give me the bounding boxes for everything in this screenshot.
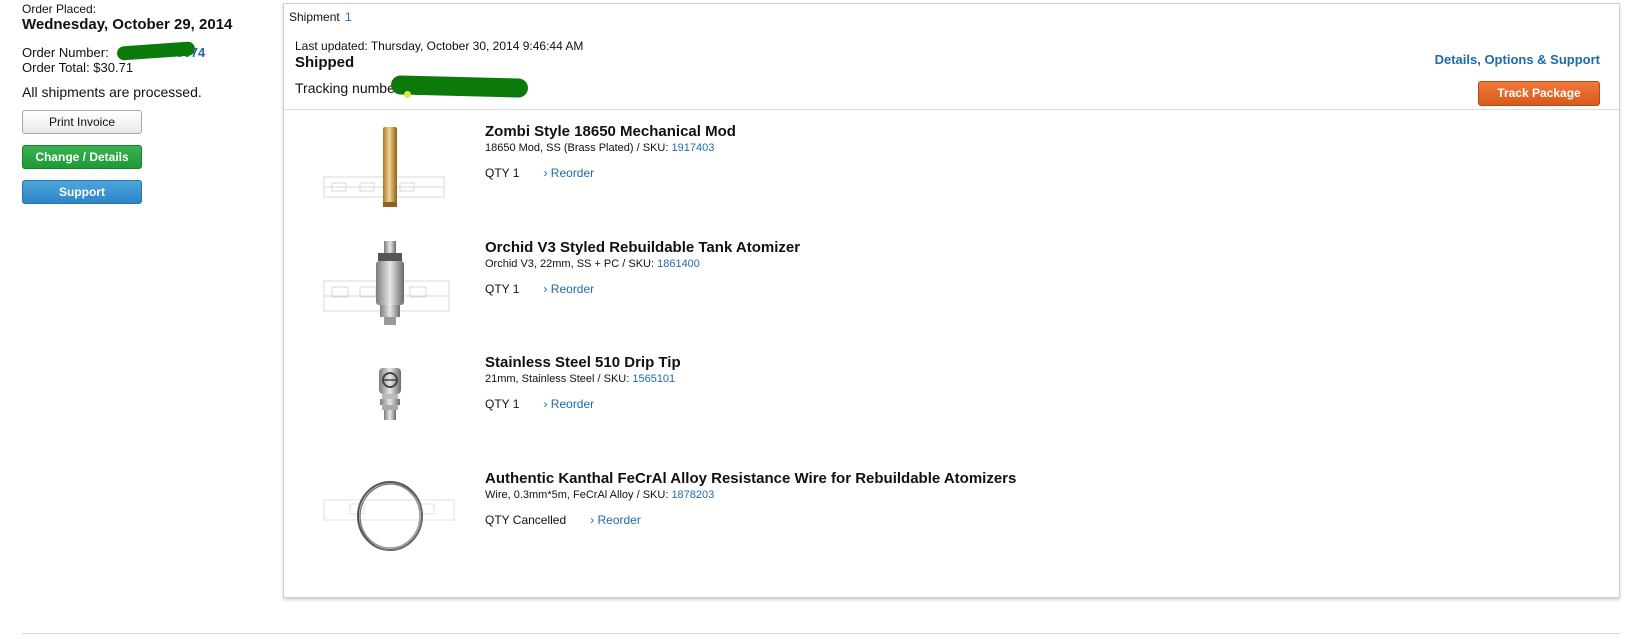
item-qty: QTY Cancelled: [485, 513, 567, 527]
item-details: Zombi Style 18650 Mechanical Mod 18650 M…: [485, 123, 736, 180]
tracking-number-label: Tracking number:: [295, 80, 404, 96]
item-qty: QTY 1: [485, 166, 520, 180]
item-subtitle: 21mm, Stainless Steel / SKU: 1565101: [485, 372, 681, 386]
order-placed-label: Order Placed:: [22, 2, 97, 16]
shipment-number: 1: [345, 10, 352, 24]
item-sku[interactable]: 1878203: [671, 489, 714, 501]
item-qty-row: QTY 1 › Reorder: [485, 282, 800, 296]
order-summary: Order Placed: Wednesday, October 29, 201…: [22, 3, 262, 204]
item-title[interactable]: Orchid V3 Styled Rebuildable Tank Atomiz…: [485, 239, 800, 257]
tracking-number-redaction: [390, 75, 529, 98]
item-sku[interactable]: 1861400: [657, 258, 700, 270]
item-sku[interactable]: 1917403: [671, 142, 714, 154]
order-item: Stainless Steel 510 Drip Tip 21mm, Stain…: [284, 348, 1584, 458]
shipments-status-note: All shipments are processed.: [22, 84, 202, 100]
item-variant: Wire, 0.3mm*5m, FeCrAl Alloy / SKU:: [485, 489, 672, 501]
item-qty: QTY 1: [485, 282, 520, 296]
item-qty-row: QTY 1 › Reorder: [485, 397, 681, 411]
reorder-link[interactable]: › Reorder: [543, 397, 594, 411]
order-number-label: Order Number:: [22, 45, 109, 60]
last-updated: Last updated: Thursday, October 30, 2014…: [295, 39, 584, 53]
panel-divider: [284, 109, 1619, 110]
reorder-link[interactable]: › Reorder: [543, 282, 594, 296]
support-button[interactable]: Support: [22, 180, 142, 204]
reorder-link[interactable]: › Reorder: [543, 166, 594, 180]
item-qty: QTY 1: [485, 397, 520, 411]
shipment-title-label: Shipment: [289, 10, 340, 24]
tracking-number: Tracking number:: [295, 80, 403, 96]
change-details-button[interactable]: Change / Details: [22, 145, 142, 169]
wire-coil-icon[interactable]: [320, 464, 460, 569]
item-title[interactable]: Authentic Kanthal FeCrAl Alloy Resistanc…: [485, 470, 1016, 488]
item-subtitle: 18650 Mod, SS (Brass Plated) / SKU: 1917…: [485, 141, 736, 155]
drip-tip-icon[interactable]: [320, 348, 460, 453]
tracking-number-redaction-dot: [404, 91, 411, 98]
item-subtitle: Orchid V3, 22mm, SS + PC / SKU: 1861400: [485, 257, 800, 271]
item-title[interactable]: Zombi Style 18650 Mechanical Mod: [485, 123, 736, 141]
item-title[interactable]: Stainless Steel 510 Drip Tip: [485, 354, 681, 372]
order-item: Zombi Style 18650 Mechanical Mod 18650 M…: [284, 117, 1584, 227]
bottom-divider: [22, 633, 1620, 634]
item-details: Orchid V3 Styled Rebuildable Tank Atomiz…: [485, 239, 800, 296]
mod-tube-icon[interactable]: [320, 117, 460, 222]
item-details: Stainless Steel 510 Drip Tip 21mm, Stain…: [485, 354, 681, 411]
reorder-link[interactable]: › Reorder: [590, 513, 641, 527]
order-item: Authentic Kanthal FeCrAl Alloy Resistanc…: [284, 464, 1584, 574]
atomizer-icon[interactable]: [320, 233, 460, 338]
order-item: Orchid V3 Styled Rebuildable Tank Atomiz…: [284, 233, 1584, 343]
item-subtitle: Wire, 0.3mm*5m, FeCrAl Alloy / SKU: 1878…: [485, 488, 1016, 502]
order-placed-date: Wednesday, October 29, 2014: [22, 16, 233, 33]
item-qty-row: QTY Cancelled › Reorder: [485, 513, 1016, 527]
track-package-button[interactable]: Track Package: [1478, 81, 1600, 106]
item-details: Authentic Kanthal FeCrAl Alloy Resistanc…: [485, 470, 1016, 527]
shipment-status: Shipped: [295, 54, 355, 71]
item-variant: 18650 Mod, SS (Brass Plated) / SKU:: [485, 142, 672, 154]
shipment-title: Shipment 1: [289, 10, 352, 24]
order-total: Order Total: $30.71: [22, 60, 134, 75]
shipment-panel: Shipment 1 Last updated: Thursday, Octob…: [283, 3, 1620, 598]
order-number-row: Order Number: 0074: [22, 41, 262, 61]
details-options-support-link[interactable]: Details, Options & Support: [1435, 52, 1600, 67]
item-qty-row: QTY 1 › Reorder: [485, 166, 736, 180]
item-sku[interactable]: 1565101: [632, 373, 675, 385]
item-variant: Orchid V3, 22mm, SS + PC / SKU:: [485, 258, 658, 270]
item-variant: 21mm, Stainless Steel / SKU:: [485, 373, 633, 385]
print-invoice-button[interactable]: Print Invoice: [22, 110, 142, 134]
